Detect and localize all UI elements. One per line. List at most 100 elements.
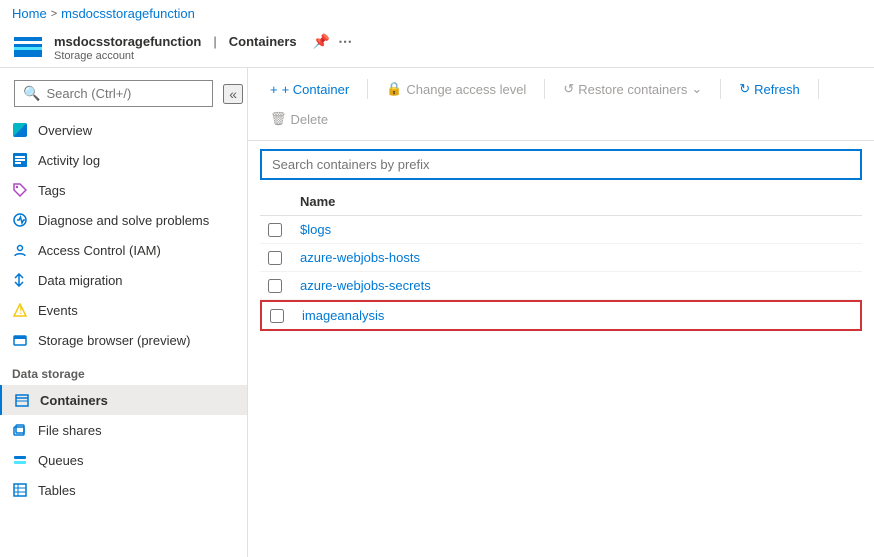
sidebar-item-file-shares[interactable]: File shares	[0, 415, 247, 445]
breadcrumb: Home > msdocsstoragefunction	[0, 0, 874, 27]
delete-label: Delete	[291, 112, 329, 127]
resource-icon	[12, 31, 44, 63]
sidebar-label-containers: Containers	[40, 393, 108, 408]
sidebar-item-containers[interactable]: Containers	[0, 385, 247, 415]
resource-subtitle: Storage account	[54, 50, 352, 62]
page-header: msdocsstoragefunction | Containers 📌 ⋯ S…	[0, 27, 874, 68]
sidebar-item-events[interactable]: ! Events	[0, 295, 247, 325]
main-layout: 🔍 « Overview Activity log Tags	[0, 68, 874, 557]
sidebar-label-diagnose: Diagnose and solve problems	[38, 213, 209, 228]
change-access-label: Change access level	[406, 82, 526, 97]
sidebar-item-overview[interactable]: Overview	[0, 115, 247, 145]
sidebar-item-storage-browser[interactable]: Storage browser (preview)	[0, 325, 247, 355]
toolbar-sep-2	[544, 79, 545, 99]
sidebar-item-queues[interactable]: Queues	[0, 445, 247, 475]
sidebar-label-file-shares: File shares	[38, 423, 102, 438]
data-migration-icon	[12, 272, 28, 288]
queues-icon	[12, 452, 28, 468]
events-icon: !	[12, 302, 28, 318]
breadcrumb-home[interactable]: Home	[12, 6, 47, 21]
lock-icon: 🔒	[386, 81, 402, 97]
sidebar-label-storage-browser: Storage browser (preview)	[38, 333, 190, 348]
content-area: + + Container 🔒 Change access level ↺ Re…	[248, 68, 874, 557]
collapse-button[interactable]: «	[223, 84, 243, 104]
containers-icon	[14, 392, 30, 408]
row-3-name[interactable]: azure-webjobs-secrets	[300, 278, 854, 293]
breadcrumb-current[interactable]: msdocsstoragefunction	[61, 6, 195, 21]
activity-log-icon	[12, 152, 28, 168]
restore-label: Restore containers	[578, 82, 687, 97]
sidebar-item-tables[interactable]: Tables	[0, 475, 247, 505]
restore-button[interactable]: ↺ Restore containers ⌄	[553, 76, 712, 102]
table-row[interactable]: $logs	[260, 216, 862, 244]
row-1-checkbox-cell	[268, 223, 300, 237]
delete-icon: 🗑	[270, 111, 287, 127]
sidebar-label-overview: Overview	[38, 123, 92, 138]
overview-icon	[12, 122, 28, 138]
add-icon: +	[270, 82, 278, 97]
sidebar-label-tags: Tags	[38, 183, 65, 198]
refresh-label: Refresh	[754, 82, 800, 97]
search-icon: 🔍	[23, 85, 40, 102]
breadcrumb-sep: >	[51, 8, 57, 20]
refresh-button[interactable]: ↻ Refresh	[729, 76, 809, 102]
header-name-col: Name	[300, 194, 854, 209]
toolbar-sep-1	[367, 79, 368, 99]
header-separator: |	[213, 34, 216, 49]
sidebar-label-events: Events	[38, 303, 78, 318]
row-2-checkbox[interactable]	[268, 251, 282, 265]
toolbar-sep-3	[720, 79, 721, 99]
sidebar-label-data-migration: Data migration	[38, 273, 123, 288]
tags-icon	[12, 182, 28, 198]
row-3-checkbox-cell	[268, 279, 300, 293]
table-row[interactable]: azure-webjobs-secrets	[260, 272, 862, 300]
sidebar-item-activity-log[interactable]: Activity log	[0, 145, 247, 175]
search-input[interactable]	[46, 86, 204, 101]
sidebar-search-box[interactable]: 🔍	[14, 80, 213, 107]
restore-chevron-icon: ⌄	[691, 81, 702, 97]
header-titles: msdocsstoragefunction | Containers 📌 ⋯ S…	[54, 33, 352, 62]
row-4-checkbox-cell	[270, 309, 302, 323]
sidebar-label-queues: Queues	[38, 453, 84, 468]
sidebar-label-activity-log: Activity log	[38, 153, 100, 168]
sidebar-item-data-migration[interactable]: Data migration	[0, 265, 247, 295]
pin-icon[interactable]: 📌	[313, 33, 330, 50]
search-containers-input[interactable]	[260, 149, 862, 180]
resource-name: msdocsstoragefunction	[54, 34, 201, 49]
row-3-checkbox[interactable]	[268, 279, 282, 293]
row-2-name[interactable]: azure-webjobs-hosts	[300, 250, 854, 265]
access-control-icon	[12, 242, 28, 258]
table-row[interactable]: imageanalysis	[260, 300, 862, 331]
table-row[interactable]: azure-webjobs-hosts	[260, 244, 862, 272]
row-1-name[interactable]: $logs	[300, 222, 854, 237]
data-storage-section-label: Data storage	[0, 355, 247, 385]
sidebar: 🔍 « Overview Activity log Tags	[0, 68, 248, 557]
row-4-checkbox[interactable]	[270, 309, 284, 323]
add-container-button[interactable]: + + Container	[260, 77, 359, 102]
sidebar-item-access-control[interactable]: Access Control (IAM)	[0, 235, 247, 265]
change-access-button[interactable]: 🔒 Change access level	[376, 76, 536, 102]
row-2-checkbox-cell	[268, 251, 300, 265]
header-title: msdocsstoragefunction | Containers 📌 ⋯	[54, 33, 352, 50]
row-4-name[interactable]: imageanalysis	[302, 308, 852, 323]
sidebar-item-diagnose[interactable]: Diagnose and solve problems	[0, 205, 247, 235]
more-options-icon[interactable]: ⋯	[338, 33, 352, 50]
svg-text:!: !	[19, 303, 23, 317]
delete-button[interactable]: 🗑 Delete	[260, 106, 338, 132]
containers-table: Name $logs azure-webjobs-hosts azure-web…	[248, 188, 874, 557]
search-container	[248, 141, 874, 188]
storage-browser-icon	[12, 332, 28, 348]
file-shares-icon	[12, 422, 28, 438]
diagnose-icon	[12, 212, 28, 228]
restore-icon: ↺	[563, 81, 574, 97]
toolbar-sep-4	[818, 79, 819, 99]
sidebar-item-tags[interactable]: Tags	[0, 175, 247, 205]
sidebar-label-tables: Tables	[38, 483, 76, 498]
toolbar: + + Container 🔒 Change access level ↺ Re…	[248, 68, 874, 141]
sidebar-label-access-control: Access Control (IAM)	[38, 243, 161, 258]
row-1-checkbox[interactable]	[268, 223, 282, 237]
add-container-label: + Container	[282, 82, 350, 97]
tables-icon	[12, 482, 28, 498]
page-title: Containers	[229, 34, 297, 49]
refresh-icon: ↻	[739, 81, 750, 97]
